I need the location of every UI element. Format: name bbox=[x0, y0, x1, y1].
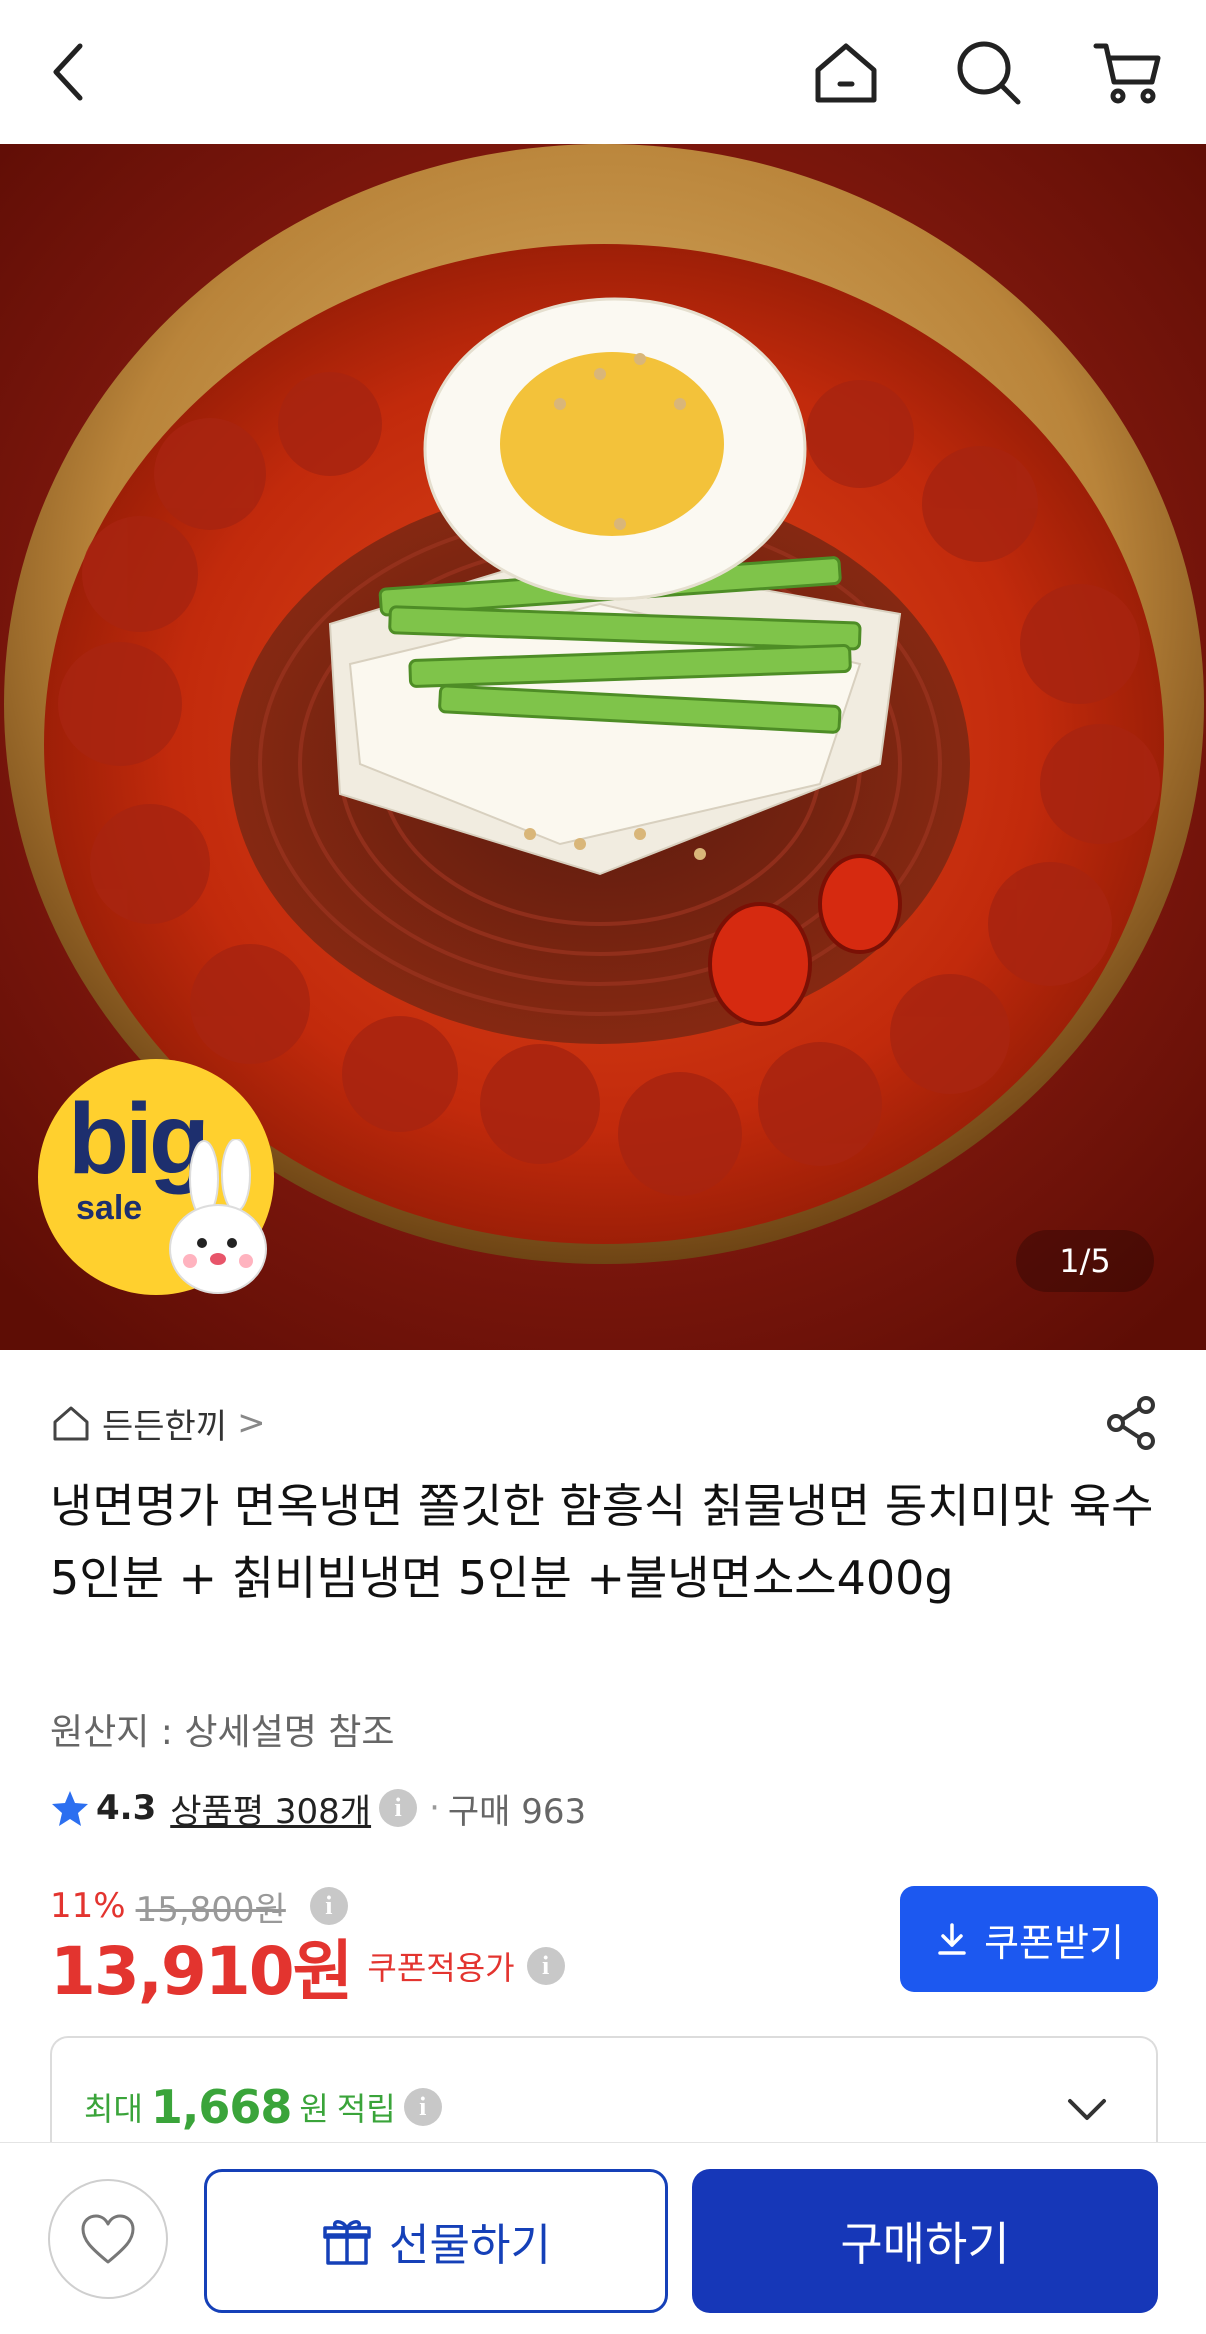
cart-icon bbox=[1093, 43, 1161, 104]
get-coupon-button[interactable]: 쿠폰받기 bbox=[900, 1886, 1158, 1992]
info-icon[interactable]: i bbox=[379, 1789, 418, 1827]
reward-suffix: 적립 bbox=[336, 2090, 396, 2128]
search-icon bbox=[957, 41, 1021, 105]
reward-unit: 원 bbox=[299, 2090, 329, 2128]
rating-row: 4.3 상품평 308개 i · 구매 963 bbox=[50, 1783, 586, 1833]
cart-button[interactable] bbox=[1092, 36, 1164, 108]
chevron-right-icon: > bbox=[237, 1403, 266, 1443]
home-button[interactable] bbox=[810, 36, 882, 108]
share-icon[interactable] bbox=[1102, 1393, 1162, 1453]
reward-text: 최대 1,668 원 적립 i bbox=[84, 2080, 442, 2134]
gift-icon bbox=[323, 2220, 371, 2265]
rating-score: 4.3 bbox=[96, 1788, 157, 1828]
rabbit-mascot-icon bbox=[169, 1139, 267, 1294]
origin-info: 원산지 : 상세설명 참조 bbox=[50, 1712, 395, 1753]
reward-amount: 1,668 bbox=[150, 2080, 293, 2134]
price-row: 13,910원 쿠폰적용가 i bbox=[50, 1926, 565, 2010]
product-title: 냉면명가 면옥냉면 쫄깃한 함흥식 칡물냉면 동치미맛 육수 5인분 + 칡비빔… bbox=[50, 1479, 1154, 1605]
big-sale-badge: big sale bbox=[38, 1059, 274, 1295]
bottom-action-bar: 선물하기 구매하기 bbox=[0, 2142, 1206, 2334]
review-count-link[interactable]: 상품평 308개 bbox=[170, 1784, 371, 1833]
wishlist-button[interactable] bbox=[48, 2179, 168, 2299]
gift-button-label: 선물하기 bbox=[389, 2220, 551, 2271]
sale-price: 13,910원 bbox=[50, 1933, 353, 2010]
coupon-price-label: 쿠폰적용가 bbox=[367, 1949, 515, 1987]
search-button[interactable] bbox=[952, 36, 1024, 108]
chevron-left-icon bbox=[53, 43, 83, 101]
shop-name: 든든한끼 bbox=[102, 1406, 228, 1447]
back-button[interactable] bbox=[36, 36, 108, 108]
chevron-down-icon[interactable] bbox=[1062, 2084, 1112, 2134]
download-icon bbox=[938, 1923, 966, 1955]
info-icon[interactable]: i bbox=[526, 1947, 565, 1985]
badge-sale-text: sale bbox=[76, 1189, 143, 1227]
info-icon[interactable]: i bbox=[403, 2088, 442, 2126]
image-page-counter: 1/5 bbox=[1016, 1230, 1154, 1292]
product-image-carousel[interactable]: big sale 1/5 bbox=[0, 144, 1206, 1350]
separator-dot: · bbox=[429, 1788, 440, 1828]
heart-icon bbox=[81, 2214, 135, 2264]
buy-button[interactable]: 구매하기 bbox=[692, 2169, 1158, 2313]
gift-button[interactable]: 선물하기 bbox=[204, 2169, 668, 2313]
star-icon bbox=[52, 1791, 88, 1826]
get-coupon-label: 쿠폰받기 bbox=[984, 1920, 1124, 1965]
home-icon bbox=[815, 43, 877, 103]
reward-prefix: 최대 bbox=[84, 2090, 143, 2128]
purchase-count: 구매 963 bbox=[447, 1791, 587, 1832]
shop-link[interactable]: 든든한끼 > bbox=[50, 1398, 266, 1448]
top-navigation-bar bbox=[0, 0, 1206, 144]
home-outline-icon bbox=[53, 1406, 89, 1441]
